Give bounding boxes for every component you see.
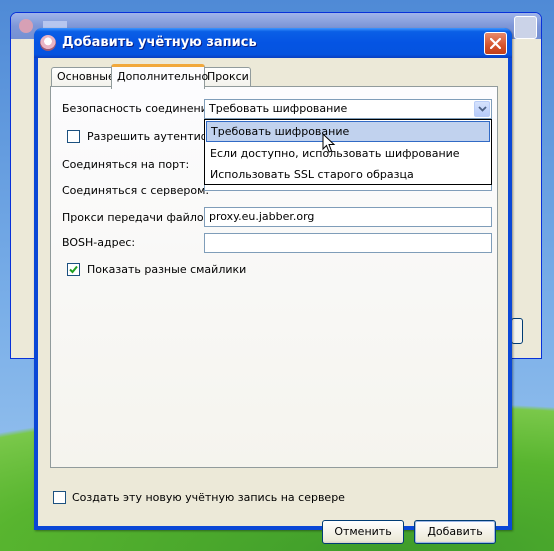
tab-advanced[interactable]: Дополнительно bbox=[111, 64, 208, 89]
security-dropdown-list: Требовать шифрование Если доступно, испо… bbox=[204, 119, 492, 185]
advanced-tab-panel: Безопасность соединения: Требовать шифро… bbox=[50, 86, 498, 468]
proxy-field[interactable]: proxy.eu.jabber.org bbox=[204, 207, 492, 227]
background-button bbox=[511, 318, 523, 344]
close-icon bbox=[490, 38, 501, 49]
security-dropdown-button[interactable] bbox=[474, 101, 490, 117]
security-combobox[interactable]: Требовать шифрование bbox=[204, 99, 492, 119]
port-label: Соединяться на порт: bbox=[62, 158, 190, 171]
smileys-checkbox[interactable] bbox=[67, 263, 80, 276]
security-label: Безопасность соединения: bbox=[62, 102, 219, 115]
dialog-titlebar[interactable]: Добавить учётную запись bbox=[34, 28, 512, 58]
dialog-client: Основные Дополнительно Прокси Безопаснос… bbox=[38, 58, 508, 544]
allow-auth-checkbox[interactable] bbox=[67, 130, 80, 143]
security-option-require[interactable]: Требовать шифрование bbox=[206, 121, 490, 142]
background-app-icon bbox=[19, 19, 33, 33]
pidgin-icon bbox=[40, 35, 56, 51]
security-option-if-available[interactable]: Если доступно, использовать шифрование bbox=[205, 143, 491, 164]
server-label: Соединяться с сервером: bbox=[62, 184, 210, 197]
smileys-label: Показать разные смайлики bbox=[87, 263, 247, 276]
cancel-button[interactable]: Отменить bbox=[322, 520, 404, 544]
mouse-pointer-icon bbox=[322, 133, 336, 153]
tab-proxy[interactable]: Прокси bbox=[201, 67, 251, 86]
bosh-label: BOSH-адрес: bbox=[62, 236, 136, 249]
create-on-server-label: Создать эту новую учётную запись на серв… bbox=[72, 491, 345, 504]
add-button[interactable]: Добавить bbox=[414, 520, 496, 544]
security-option-legacy-ssl[interactable]: Использовать SSL старого образца bbox=[205, 164, 491, 185]
close-button[interactable] bbox=[484, 32, 507, 55]
background-close-icon bbox=[514, 16, 537, 39]
chevron-down-icon bbox=[477, 106, 487, 112]
tab-basic[interactable]: Основные bbox=[51, 67, 115, 86]
create-on-server-checkbox[interactable] bbox=[53, 491, 66, 504]
dialog-title: Добавить учётную запись bbox=[62, 35, 257, 50]
security-value: Требовать шифрование bbox=[209, 102, 348, 115]
proxy-label: Прокси передачи файлов: bbox=[62, 211, 214, 224]
check-icon bbox=[69, 265, 78, 274]
bosh-field[interactable] bbox=[204, 233, 492, 253]
add-account-dialog: Добавить учётную запись Основные Дополни… bbox=[34, 28, 512, 544]
